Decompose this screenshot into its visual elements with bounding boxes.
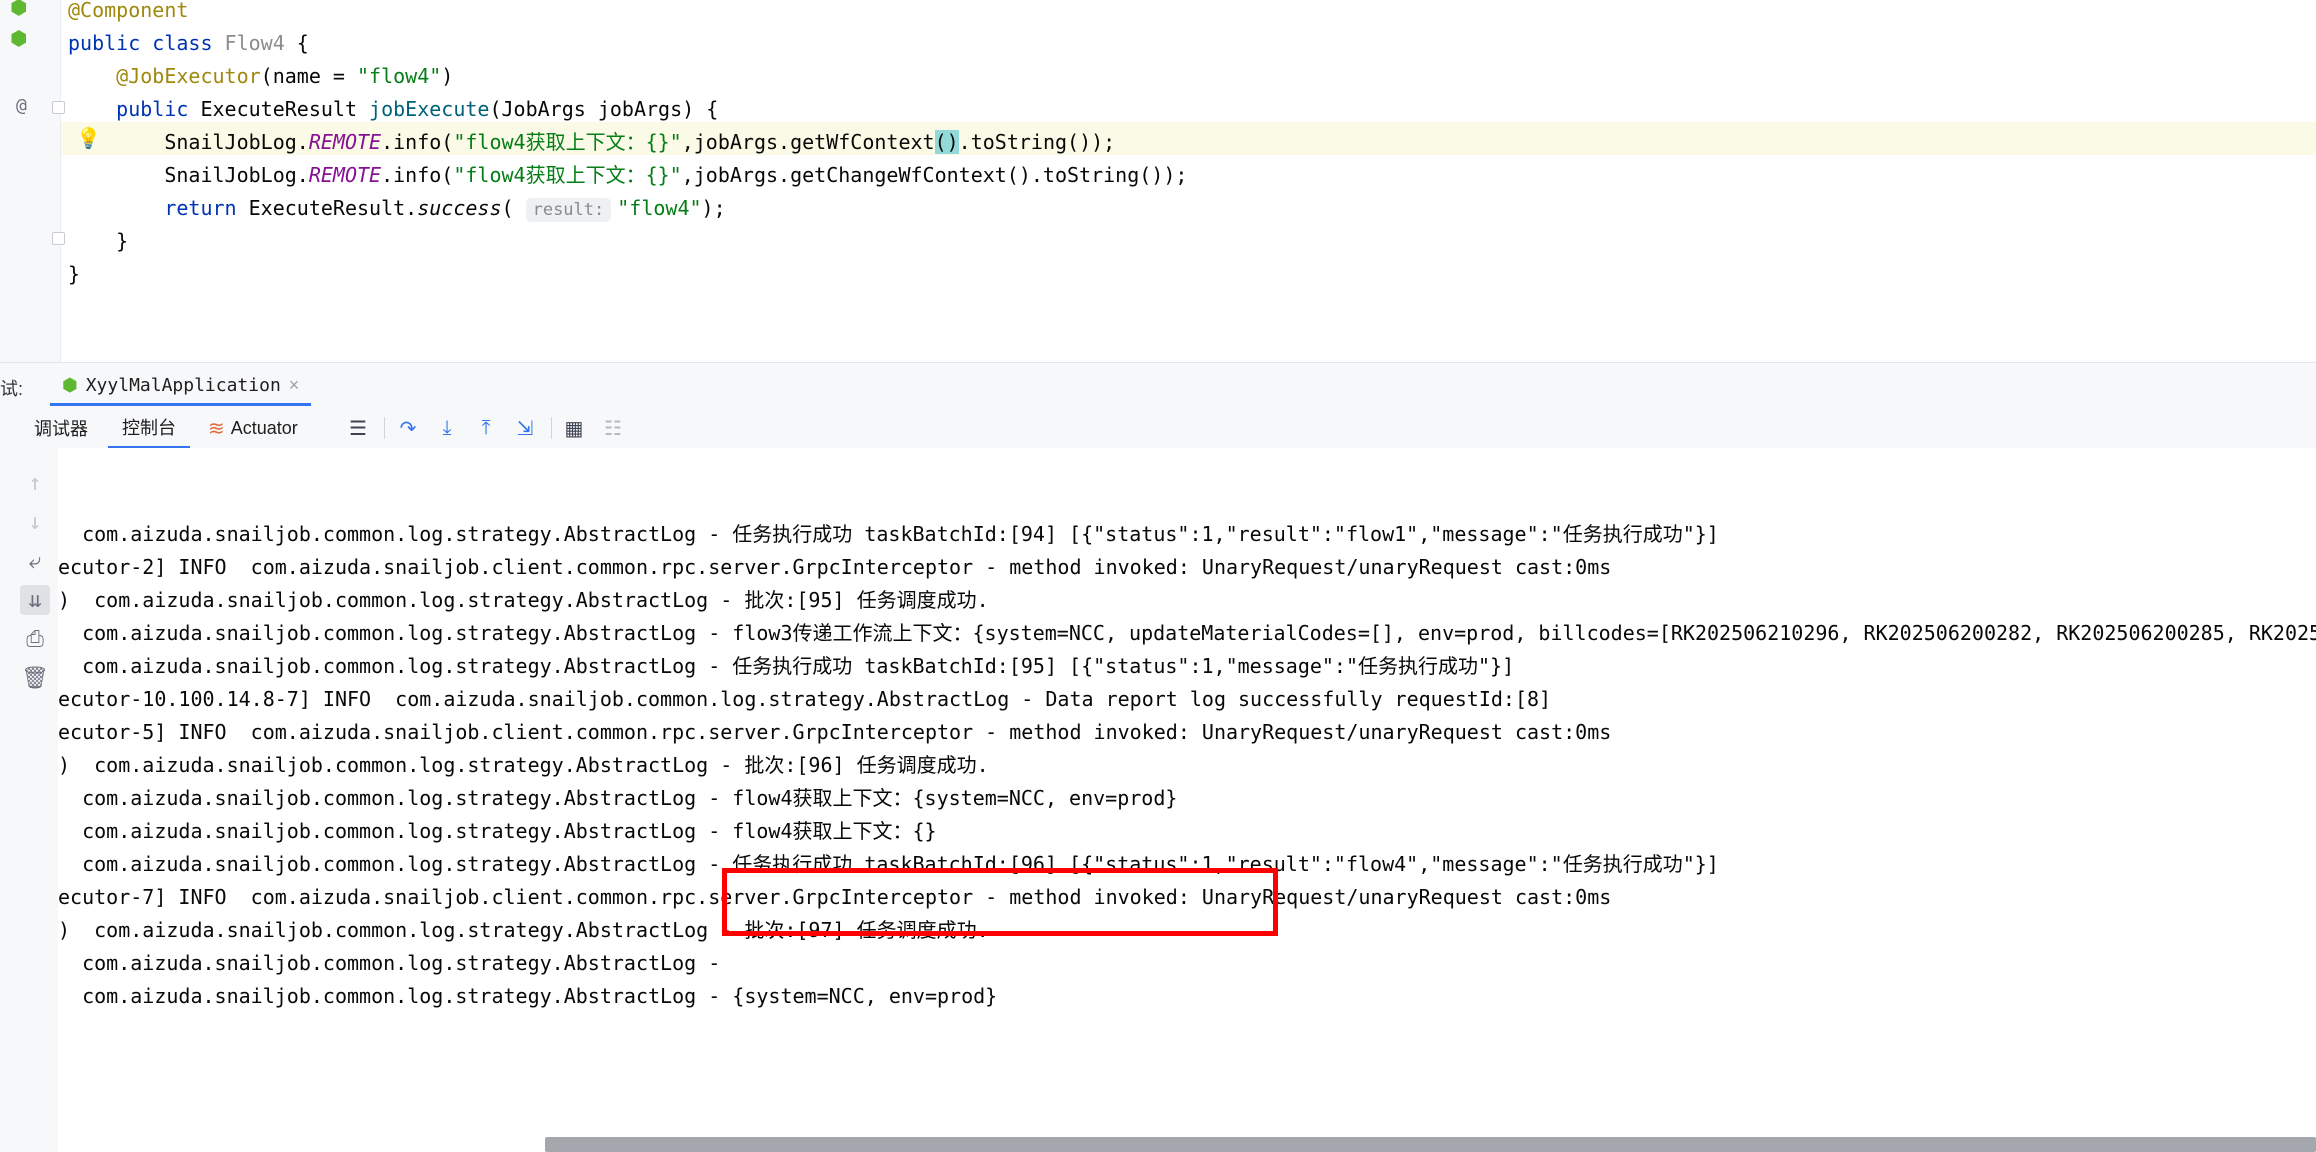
scroll-to-end-icon[interactable]: ⇊: [20, 585, 50, 615]
code-line[interactable]: public class Flow4 {: [68, 27, 309, 60]
soft-wrap-icon[interactable]: ⤶: [20, 546, 50, 576]
step-into-icon[interactable]: ⤓: [435, 416, 459, 440]
code-token: @Component: [68, 0, 189, 22]
code-token: return: [164, 196, 249, 220]
arrow-up-icon[interactable]: ↑: [20, 468, 50, 498]
console-line: ) com.aizuda.snailjob.common.log.strateg…: [58, 588, 989, 612]
console-line: com.aizuda.snailjob.common.log.strategy.…: [58, 786, 1178, 810]
console-output[interactable]: com.aizuda.snailjob.common.log.strategy.…: [58, 448, 2316, 1152]
code-token: .info(: [381, 163, 454, 187]
trash-icon[interactable]: 🗑: [20, 663, 50, 693]
code-line[interactable]: @Component: [68, 0, 188, 27]
tab-actuator-label: Actuator: [230, 417, 298, 438]
code-token: (): [934, 130, 959, 154]
fold-method-icon[interactable]: [52, 101, 65, 114]
code-token: ,jobArgs.getChangeWfContext().toString()…: [681, 163, 1188, 187]
code-token: "flow4": [617, 196, 702, 220]
console-line: com.aizuda.snailjob.common.log.strategy.…: [58, 984, 998, 1008]
code-line[interactable]: }: [68, 258, 80, 291]
code-token: .info(: [381, 130, 454, 154]
console-line: ecutor-2] INFO com.aizuda.snailjob.clien…: [58, 555, 1612, 579]
console-line: com.aizuda.snailjob.common.log.strategy.…: [58, 819, 937, 843]
run-config-label: XyylMalApplication: [85, 374, 281, 396]
layout-menu-icon[interactable]: ☰: [346, 416, 370, 440]
code-token: ExecuteResult: [200, 97, 370, 121]
close-icon[interactable]: ×: [289, 375, 300, 396]
fold-end-icon[interactable]: [52, 232, 65, 245]
code-token: "flow4获取上下文：{}": [453, 163, 682, 187]
evaluate-table-icon[interactable]: ▦: [562, 416, 586, 440]
code-token: jobExecute: [369, 97, 490, 121]
code-token: }: [68, 229, 129, 253]
tool-window-header: 试: ⬢ XyylMalApplication ×: [0, 362, 2316, 410]
code-token: success: [417, 196, 502, 220]
code-token: public: [116, 97, 201, 121]
code-line[interactable]: SnailJobLog.REMOTE.info("flow4获取上下文：{}",…: [68, 159, 1187, 192]
code-editor[interactable]: ⬢ ⬢ @ 💡 @Component public class Flow4 { @…: [0, 0, 2316, 362]
step-out-icon[interactable]: ⤒: [474, 416, 498, 440]
tool-window-toolbar: 调试器 控制台 ≋ Actuator ☰ ↷ ⤓ ⤒ ⇲ ▦ ☷: [0, 408, 2316, 449]
code-token: (: [501, 196, 526, 220]
code-token: (name =: [260, 64, 357, 88]
highlight-box: [722, 868, 1278, 936]
actuator-icon: ≋: [208, 417, 225, 440]
code-line[interactable]: @JobExecutor(name = "flow4"): [68, 60, 453, 93]
code-token: {: [284, 31, 309, 55]
toolbar-separator: [384, 417, 385, 439]
code-token: }: [68, 262, 81, 286]
editor-gutter: ⬢ ⬢ @ 💡: [0, 0, 101, 362]
console-line: com.aizuda.snailjob.common.log.strategy.…: [58, 654, 1515, 678]
spring-bean-icon[interactable]: ⬢: [10, 0, 27, 17]
trace-settings-icon: ☷: [604, 417, 622, 440]
code-line[interactable]: return ExecuteResult.success( result: "fl…: [68, 192, 726, 225]
console-line: ecutor-5] INFO com.aizuda.snailjob.clien…: [58, 720, 1612, 744]
spring-bean-icon[interactable]: ⬢: [10, 28, 27, 48]
tab-console[interactable]: 控制台: [108, 408, 190, 448]
debug-tool-window: 试: ⬢ XyylMalApplication × 调试器 控制台 ≋ Actu…: [0, 362, 2316, 1152]
code-token: REMOTE: [308, 130, 382, 154]
code-token: );: [701, 196, 726, 220]
print-icon[interactable]: ⎙: [20, 624, 50, 654]
console-line: com.aizuda.snailjob.common.log.strategy.…: [58, 522, 1719, 546]
code-token: @JobExecutor: [116, 64, 261, 88]
spring-boot-icon: ⬢: [62, 374, 78, 395]
arrow-down-icon[interactable]: ↓: [20, 507, 50, 537]
run-label: 试:: [0, 379, 24, 399]
code-token: REMOTE: [308, 163, 382, 187]
code-token: result:: [525, 198, 612, 222]
code-token: "flow4获取上下文：{}": [453, 130, 682, 154]
code-token: class: [152, 31, 225, 55]
run-to-cursor-icon[interactable]: ⇲: [513, 416, 537, 440]
code-token: .toString());: [958, 130, 1116, 154]
code-token: Flow4: [224, 31, 285, 55]
console-line: com.aizuda.snailjob.common.log.strategy.…: [58, 621, 2316, 645]
code-token: ): [441, 64, 454, 88]
horizontal-scrollbar[interactable]: [545, 1137, 2316, 1152]
annotation-at-icon[interactable]: @: [16, 96, 27, 116]
console-line: ) com.aizuda.snailjob.common.log.strateg…: [58, 753, 989, 777]
code-line[interactable]: }: [68, 225, 128, 258]
console-line: ecutor-10.100.14.8-7] INFO com.aizuda.sn…: [58, 687, 1552, 711]
code-token: "flow4": [357, 64, 442, 88]
console-line: com.aizuda.snailjob.common.log.strategy.…: [58, 951, 733, 975]
code-token: ,jobArgs.getWfContext: [681, 130, 935, 154]
code-token: (JobArgs jobArgs) {: [489, 97, 719, 121]
code-line[interactable]: SnailJobLog.REMOTE.info("flow4获取上下文：{}",…: [68, 126, 1115, 159]
toolbar-separator: [551, 417, 552, 439]
code-token: ExecuteResult.: [248, 196, 418, 220]
console-side-toolbar: ↑ ↓ ⤶ ⇊ ⎙ 🗑: [0, 448, 59, 1152]
step-over-icon[interactable]: ↷: [396, 416, 420, 440]
code-token: SnailJobLog.: [68, 130, 309, 154]
code-line[interactable]: public ExecuteResult jobExecute(JobArgs …: [68, 93, 718, 126]
tab-debugger[interactable]: 调试器: [34, 408, 88, 448]
tab-debugger-label: 调试器: [34, 419, 88, 439]
run-config-tab[interactable]: ⬢ XyylMalApplication ×: [50, 367, 312, 406]
code-token: SnailJobLog.: [68, 163, 309, 187]
tab-console-label: 控制台: [122, 418, 176, 438]
tab-actuator[interactable]: ≋ Actuator: [208, 408, 298, 448]
code-token: public: [68, 31, 153, 55]
